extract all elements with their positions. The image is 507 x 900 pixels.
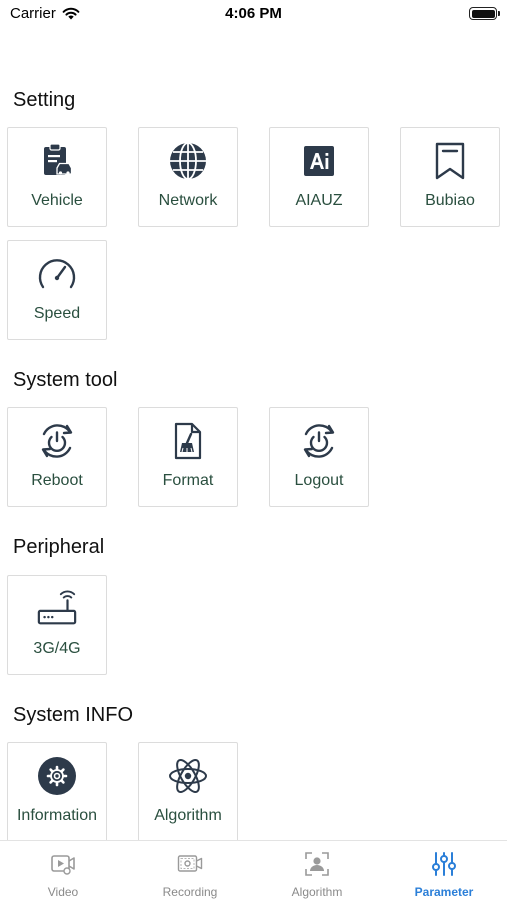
sliders-icon — [432, 852, 456, 876]
tile-reboot[interactable]: Reboot — [7, 407, 107, 507]
gear-circle-icon — [38, 757, 76, 795]
document-broom-icon — [174, 422, 202, 460]
tile-bubiao[interactable]: Bubiao — [400, 127, 500, 227]
clipboard-car-icon — [44, 143, 73, 175]
tab-label-algorithm: Algorithm — [291, 885, 343, 899]
tile-information[interactable]: Information — [7, 742, 107, 842]
tile-label-algorithm: Algorithm — [154, 807, 222, 824]
tile-label-bubiao: Bubiao — [425, 192, 475, 209]
section-title-setting: Setting — [13, 89, 76, 111]
tab-label-parameter: Parameter — [414, 885, 474, 899]
video-icon — [51, 855, 75, 875]
section-title-peripheral: Peripheral — [13, 536, 105, 558]
tab-bar: Video Recording Algorithm Parameter — [0, 840, 507, 900]
router-icon — [37, 590, 77, 625]
tile-label-vehicle: Vehicle — [31, 192, 83, 209]
globe-icon — [170, 142, 206, 180]
atom-icon — [169, 759, 207, 793]
tile-label-speed: Speed — [33, 305, 81, 322]
tile-speed[interactable]: Speed — [7, 240, 107, 340]
speedometer-icon — [38, 259, 76, 289]
power-cycle-icon — [41, 424, 73, 458]
status-time: 4:06 PM — [225, 5, 282, 22]
tile-aiauz[interactable]: AIAUZ — [269, 127, 369, 227]
tab-recording[interactable]: Recording — [127, 841, 253, 900]
tile-network[interactable]: Network — [138, 127, 238, 227]
tab-label-video: Video — [47, 885, 79, 899]
tab-label-recording: Recording — [162, 885, 218, 899]
tile-format[interactable]: Format — [138, 407, 238, 507]
tile-label-format: Format — [162, 472, 214, 489]
tab-algorithm[interactable]: Algorithm — [254, 841, 380, 900]
tile-label-logout: Logout — [294, 472, 344, 489]
section-title-system-info: System INFO — [13, 704, 134, 726]
tile-label-information: Information — [16, 807, 98, 824]
tile-vehicle[interactable]: Vehicle — [7, 127, 107, 227]
recording-icon — [177, 855, 203, 872]
tile-logout[interactable]: Logout — [269, 407, 369, 507]
tile-label-network: Network — [158, 192, 218, 209]
tile-label-reboot: Reboot — [31, 472, 83, 489]
power-cycle-icon — [303, 424, 335, 458]
face-scan-icon — [305, 852, 329, 876]
tile-label-aiauz: AIAUZ — [295, 192, 343, 209]
tile-algorithm[interactable]: Algorithm — [138, 742, 238, 842]
section-title-system-tool: System tool — [13, 369, 118, 391]
tab-video[interactable]: Video — [0, 841, 126, 900]
ai-badge-icon — [304, 146, 334, 176]
bookmark-icon — [435, 142, 465, 180]
tab-parameter[interactable]: Parameter — [381, 841, 507, 900]
battery-icon — [469, 7, 500, 20]
tile-3g4g[interactable]: 3G/4G — [7, 575, 107, 675]
status-bar: Carrier 4:06 PM — [0, 0, 507, 30]
tile-label-3g4g: 3G/4G — [33, 640, 81, 657]
